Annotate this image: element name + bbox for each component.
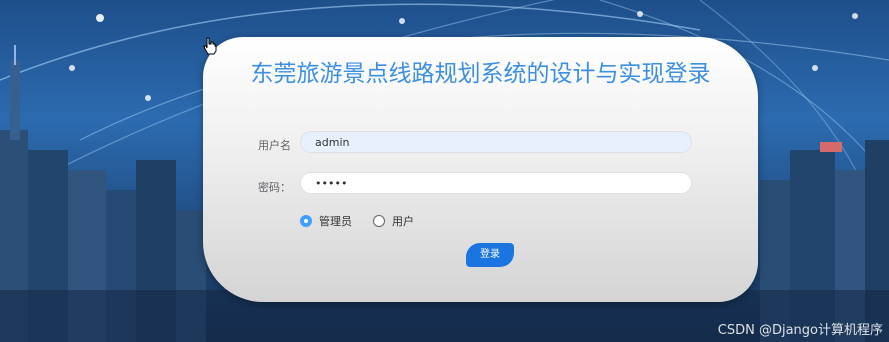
role-label-admin: 管理员: [319, 215, 352, 228]
page-title: 东莞旅游景点线路规划系统的设计与实现登录: [250, 61, 711, 87]
hand-cursor-icon: [203, 37, 217, 55]
login-card: 东莞旅游景点线路规划系统的设计与实现登录 用户名 密码： 管理员 用户 登录: [203, 37, 758, 302]
city-background: 东莞旅游景点线路规划系统的设计与实现登录 用户名 密码： 管理员 用户 登录 C…: [0, 0, 889, 342]
username-label: 用户名: [258, 139, 291, 152]
password-label: 密码：: [258, 181, 291, 194]
radio-unchecked-icon: [373, 215, 385, 227]
login-button[interactable]: 登录: [466, 243, 514, 267]
username-input[interactable]: [300, 131, 692, 153]
role-label-user: 用户: [392, 215, 414, 228]
password-input[interactable]: [300, 172, 692, 194]
role-radio-user[interactable]: 用户: [373, 213, 414, 229]
radio-checked-icon: [300, 215, 312, 227]
role-radio-admin[interactable]: 管理员: [300, 213, 352, 229]
watermark-text: CSDN @Django计算机程序: [717, 323, 883, 338]
